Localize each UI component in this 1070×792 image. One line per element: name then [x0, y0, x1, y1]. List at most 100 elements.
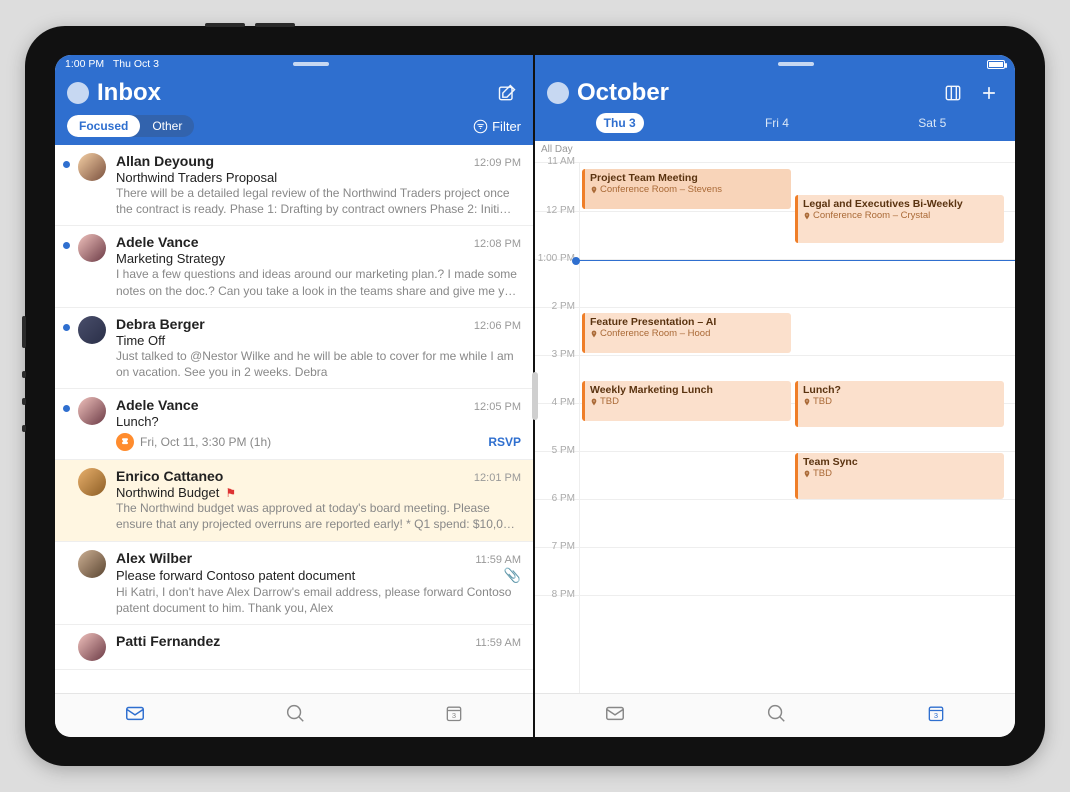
- tab-mail[interactable]: [124, 702, 146, 729]
- calendar-tabbar: 3: [535, 693, 1015, 737]
- status-date: Thu Oct 3: [113, 58, 159, 70]
- message-row[interactable]: Adele Vance 12:05 PM Lunch?Fri, Oct 11, …: [55, 389, 533, 460]
- sender-name: Allan Deyoung: [116, 153, 214, 169]
- status-bar-right: [535, 55, 1015, 73]
- event-time: Fri, Oct 11, 3:30 PM (1h): [140, 435, 271, 449]
- sender-avatar: [78, 316, 106, 344]
- account-avatar[interactable]: [547, 82, 569, 104]
- sender-name: Enrico Cattaneo: [116, 468, 223, 484]
- split-view-handle[interactable]: [532, 372, 538, 420]
- calendar-event[interactable]: Weekly Marketing LunchTBD: [582, 381, 791, 421]
- sender-avatar: [78, 633, 106, 661]
- tab-search[interactable]: [284, 702, 306, 729]
- calendar-event[interactable]: Project Team MeetingConference Room – St…: [582, 169, 791, 209]
- message-time: 12:09 PM: [474, 157, 521, 169]
- unread-dot: [63, 242, 70, 249]
- hour-label: 8 PM: [552, 589, 575, 600]
- event-location: TBD: [803, 396, 999, 407]
- svg-text:3: 3: [934, 711, 938, 720]
- flag-icon: ⚑: [225, 486, 236, 500]
- sender-avatar: [78, 153, 106, 181]
- message-preview: I have a few questions and ideas around …: [116, 266, 521, 298]
- ipad-frame: 1:00 PM Thu Oct 3 Inbox Focused Other: [25, 26, 1045, 766]
- mail-icon: [604, 702, 626, 724]
- tab-other: Other: [140, 115, 194, 137]
- event-title: Project Team Meeting: [590, 172, 786, 184]
- sender-avatar: [78, 550, 106, 578]
- event-title: Legal and Executives Bi-Weekly: [803, 198, 999, 210]
- tab-mail[interactable]: [604, 702, 626, 729]
- hour-label: 6 PM: [552, 493, 575, 504]
- message-preview: There will be a detailed legal review of…: [116, 185, 521, 217]
- event-title: Lunch?: [803, 384, 999, 396]
- message-preview: Just talked to @Nestor Wilke and he will…: [116, 348, 521, 380]
- inbox-segmented[interactable]: Focused Other: [67, 115, 194, 137]
- day-tab[interactable]: Fri 4: [757, 113, 797, 133]
- mail-icon: [124, 702, 146, 724]
- message-row[interactable]: Allan Deyoung 12:09 PM Northwind Traders…: [55, 145, 533, 226]
- calendar-event[interactable]: Lunch?TBD: [795, 381, 1004, 427]
- message-row[interactable]: Alex Wilber 11:59 AM Please forward Cont…: [55, 542, 533, 625]
- tab-calendar[interactable]: 3: [444, 703, 464, 728]
- search-icon: [284, 702, 306, 724]
- filter-icon: [473, 119, 488, 134]
- filter-button[interactable]: Filter: [473, 119, 521, 134]
- calendar-icon: 3: [444, 703, 464, 723]
- event-location: TBD: [590, 396, 786, 407]
- message-row[interactable]: Adele Vance 12:08 PM Marketing StrategyI…: [55, 226, 533, 307]
- message-row[interactable]: Patti Fernandez 11:59 AM: [55, 625, 533, 670]
- rsvp-button[interactable]: RSVP: [488, 435, 521, 449]
- day-selector[interactable]: Thu 3 Fri 4 Sat 5: [547, 107, 1003, 141]
- message-row[interactable]: Enrico Cattaneo 12:01 PM Northwind Budge…: [55, 460, 533, 541]
- view-switch-button[interactable]: [939, 79, 967, 107]
- sender-name: Debra Berger: [116, 316, 205, 332]
- tab-focused: Focused: [67, 115, 140, 137]
- compose-button[interactable]: [493, 79, 521, 107]
- message-time: 11:59 AM: [475, 637, 521, 649]
- unread-dot: [63, 161, 70, 168]
- message-time: 12:06 PM: [474, 320, 521, 332]
- message-list[interactable]: Allan Deyoung 12:09 PM Northwind Traders…: [55, 145, 533, 693]
- mail-title: Inbox: [97, 79, 485, 107]
- message-time: 12:08 PM: [474, 238, 521, 250]
- tab-calendar[interactable]: 3: [926, 703, 946, 728]
- unread-dot: [63, 324, 70, 331]
- screen: 1:00 PM Thu Oct 3 Inbox Focused Other: [55, 55, 1015, 737]
- new-event-button[interactable]: [975, 79, 1003, 107]
- multitask-grabber[interactable]: [293, 62, 329, 66]
- mail-header: Inbox Focused Other Filter: [55, 73, 533, 145]
- account-avatar[interactable]: [67, 82, 89, 104]
- message-row[interactable]: Debra Berger 12:06 PM Time OffJust talke…: [55, 308, 533, 389]
- message-preview: The Northwind budget was approved at tod…: [116, 500, 521, 532]
- sender-name: Adele Vance: [116, 234, 199, 250]
- tab-search[interactable]: [765, 702, 787, 729]
- event-location: Conference Room – Hood: [590, 328, 786, 339]
- unread-dot: [63, 405, 70, 412]
- hour-label: 7 PM: [552, 541, 575, 552]
- multitask-grabber[interactable]: [778, 62, 814, 66]
- calendar-event[interactable]: Feature Presentation – AIConference Room…: [582, 313, 791, 353]
- mail-tabbar: 3: [55, 693, 533, 737]
- message-subject: Northwind Budget⚑: [116, 485, 521, 500]
- status-bar-left: 1:00 PM Thu Oct 3: [55, 55, 533, 73]
- calendar-event[interactable]: Legal and Executives Bi-WeeklyConference…: [795, 195, 1004, 243]
- message-subject: Time Off: [116, 333, 521, 348]
- hour-label: 4 PM: [552, 397, 575, 408]
- hour-gutter: 11 AM12 PM1:00 PM2 PM3 PM4 PM5 PM6 PM7 P…: [535, 163, 579, 693]
- sender-name: Adele Vance: [116, 397, 199, 413]
- calendar-icon: 3: [926, 703, 946, 723]
- svg-text:3: 3: [452, 711, 456, 720]
- calendar-event[interactable]: Team SyncTBD: [795, 453, 1004, 499]
- battery-icon: [987, 60, 1005, 69]
- sender-avatar: [78, 468, 106, 496]
- event-location: Conference Room – Crystal: [803, 210, 999, 221]
- message-subject: Please forward Contoso patent document📎: [116, 567, 521, 584]
- status-time: 1:00 PM: [65, 58, 104, 70]
- hour-label: 12 PM: [546, 205, 575, 216]
- day-tab[interactable]: Sat 5: [910, 113, 954, 133]
- calendar-grid[interactable]: Project Team MeetingConference Room – St…: [579, 163, 1015, 693]
- unread-dot: [63, 641, 70, 648]
- day-tab[interactable]: Thu 3: [596, 113, 644, 133]
- message-preview: Hi Katri, I don't have Alex Darrow's ema…: [116, 584, 521, 616]
- calendar-body[interactable]: 11 AM12 PM1:00 PM2 PM3 PM4 PM5 PM6 PM7 P…: [535, 163, 1015, 693]
